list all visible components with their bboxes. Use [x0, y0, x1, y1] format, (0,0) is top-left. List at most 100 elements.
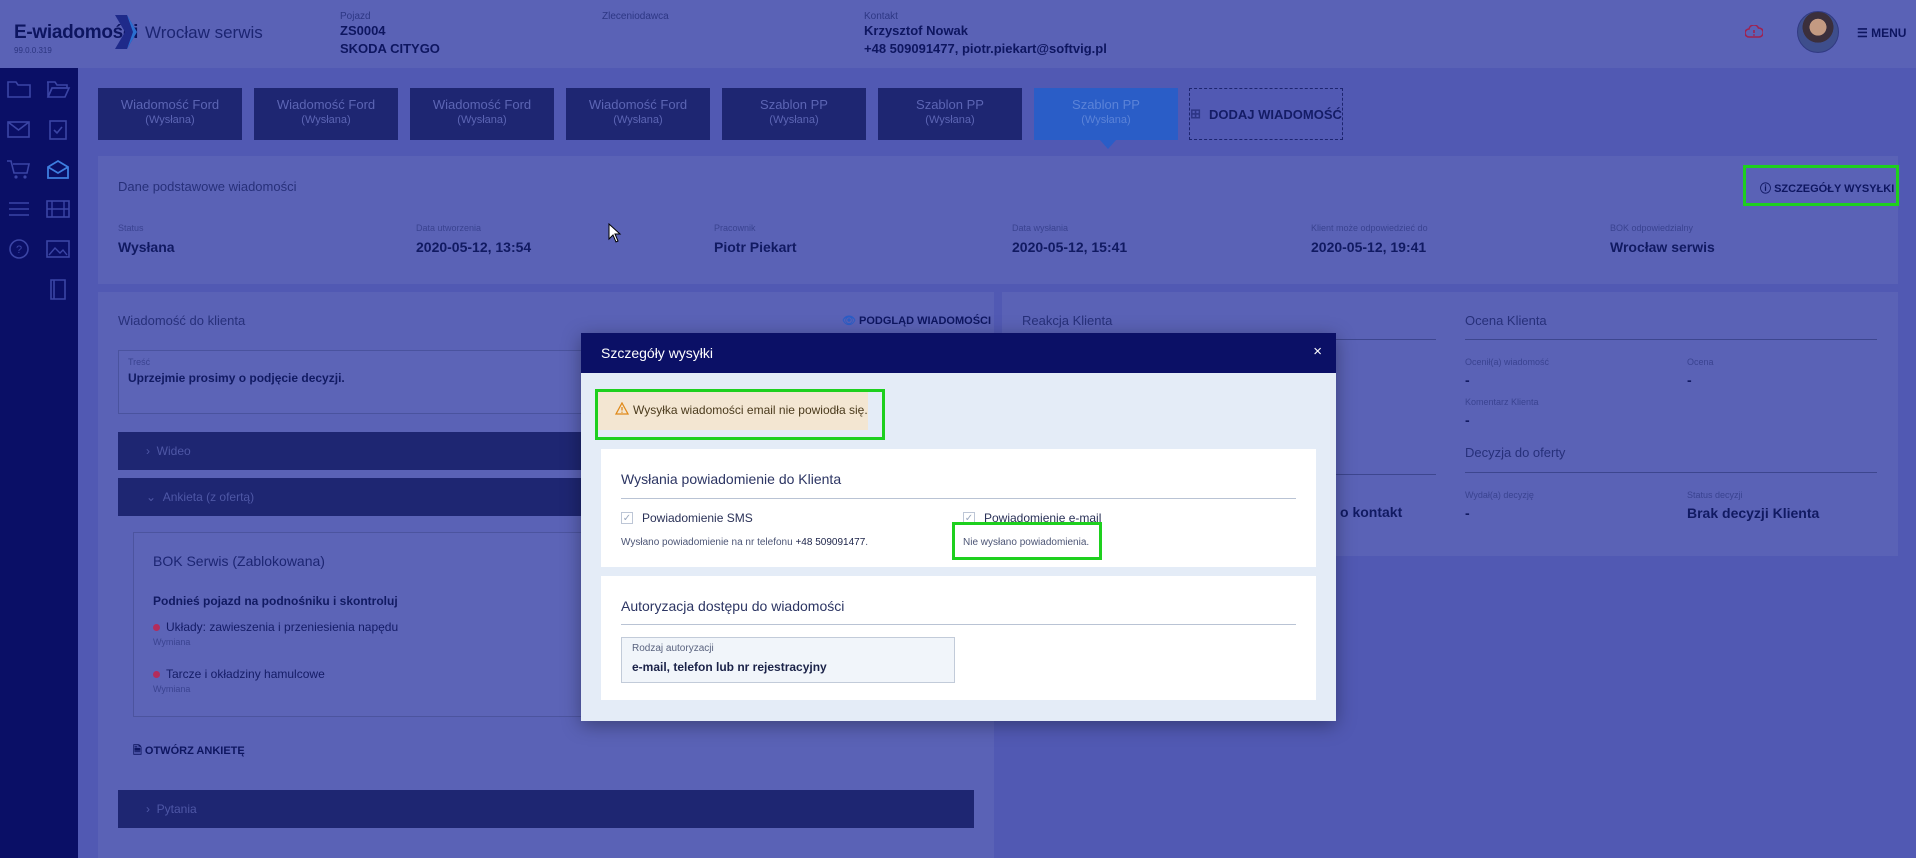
divider — [1465, 339, 1877, 340]
questions-section-bar[interactable]: › Pytania — [118, 790, 974, 828]
tab-title: Szablon PP — [1072, 97, 1140, 112]
modal-header: Szczegóły wysyłki × — [581, 333, 1336, 373]
vehicle-id: ZS0004 — [340, 23, 386, 38]
top-header: E-wiadomości 99.0.0.319 Wrocław serwis P… — [0, 0, 1916, 68]
image-icon[interactable] — [45, 238, 71, 260]
questions-label: Pytania — [156, 802, 197, 816]
list-icon[interactable] — [6, 198, 32, 220]
client-info: Zleceniodawca — [602, 11, 669, 22]
basic-info-panel — [98, 156, 1898, 284]
status-dot — [153, 671, 160, 678]
survey-box-title: BOK Serwis (Zablokowana) — [153, 553, 325, 569]
score-label: Ocena — [1687, 357, 1714, 367]
divider — [1465, 472, 1877, 473]
book-icon[interactable] — [45, 278, 71, 300]
decision-status-value: Brak decyzji Klienta — [1687, 505, 1820, 521]
tab-title: Szablon PP — [916, 97, 984, 112]
svg-text:?: ? — [16, 244, 22, 256]
status-value: Wysłana — [118, 239, 175, 255]
comment-label: Komentarz Klienta — [1465, 397, 1539, 407]
tab-message-6[interactable]: Szablon PP (Wysłana) — [878, 88, 1022, 140]
tab-message-2[interactable]: Wiadomość Ford (Wysłana) — [254, 88, 398, 140]
avatar[interactable] — [1797, 11, 1839, 53]
contact-name: Krzysztof Nowak — [864, 23, 969, 38]
sms-phone: +48 509091477 — [795, 537, 866, 548]
tab-title: Wiadomość Ford — [120, 97, 220, 112]
contact-details: +48 509091477, piotr.piekart@softvig.pl — [864, 41, 1107, 56]
message-panel-title: Wiadomość do klienta — [118, 313, 246, 328]
survey-item-status: Wymiana — [153, 684, 191, 694]
authorization-type-field[interactable]: Rodzaj autoryzacji e-mail, telefon lub n… — [621, 637, 955, 683]
video-label: Wideo — [156, 444, 191, 458]
site-name: Wrocław serwis — [145, 23, 263, 42]
contact-label: Kontakt — [864, 11, 898, 22]
brand-chevron-icon — [115, 15, 137, 49]
preview-message-link[interactable]: 👁 PODGLĄD WIADOMOŚCI — [842, 314, 991, 327]
mouse-cursor-icon — [608, 223, 622, 243]
sms-info-text: Wysłano powiadomienie na nr telefonu — [621, 537, 793, 548]
hamburger-icon: ☰ — [1857, 26, 1872, 40]
inbox-active-icon[interactable] — [45, 158, 71, 180]
rating-title: Ocena Klienta — [1465, 313, 1547, 328]
folder-icon[interactable] — [6, 78, 32, 100]
reply-until-value: 2020-05-12, 19:41 — [1311, 239, 1427, 255]
folder-open-icon[interactable] — [45, 78, 71, 100]
tab-status: (Wysłana) — [769, 114, 819, 126]
content-value: Uprzejmie prosimy o podjęcie decyzji. — [128, 371, 345, 385]
plus-square-icon: ⊞ — [1190, 106, 1201, 121]
open-survey-label: OTWÓRZ ANKIETĘ — [144, 745, 245, 757]
sent-value: 2020-05-12, 15:41 — [1012, 239, 1128, 255]
reply-until-label: Klient może odpowiedzieć do — [1311, 223, 1428, 233]
eye-icon: 👁 — [842, 315, 860, 327]
open-survey-link[interactable]: 🗎 OTWÓRZ ANKIETĘ — [133, 742, 245, 761]
highlight-box-email-info — [952, 522, 1102, 560]
status-dot — [153, 624, 160, 631]
bok-label: BOK odpowiedzialny — [1610, 223, 1694, 233]
shipping-details-modal: Szczegóły wysyłki × Wysyłka wiadomości e… — [581, 333, 1336, 721]
message-content-field[interactable]: Treść Uprzejmie prosimy o podjęcie decyz… — [118, 350, 598, 414]
created-label: Data utworzenia — [416, 223, 482, 233]
clipboard-check-icon[interactable] — [45, 118, 71, 140]
survey-heading: Podnieś pojazd na podnośniku i skontrolu… — [153, 594, 398, 608]
tab-message-3[interactable]: Wiadomość Ford (Wysłana) — [410, 88, 554, 140]
client-label: Zleceniodawca — [602, 11, 669, 22]
decided-value: - — [1465, 505, 1470, 521]
sms-notification-checkbox[interactable]: ✓ Powiadomienie SMS — [621, 511, 753, 525]
tab-message-5[interactable]: Szablon PP (Wysłana) — [722, 88, 866, 140]
chevron-right-icon: › — [146, 444, 157, 458]
preview-message-label: PODGLĄD WIADOMOŚCI — [859, 315, 992, 327]
check-icon: ✓ — [621, 512, 633, 524]
cart-icon[interactable] — [6, 158, 32, 180]
survey-item-name: Tarcze i okładziny hamulcowe — [166, 667, 325, 681]
tab-status: (Wysłana) — [301, 114, 351, 126]
authorization-card: Autoryzacja dostępu do wiadomości Rodzaj… — [601, 576, 1316, 700]
add-message-button[interactable]: ⊞ DODAJ WIADOMOŚĆ — [1189, 88, 1343, 140]
bok-value: Wrocław serwis — [1610, 239, 1715, 255]
comment-value: - — [1465, 412, 1470, 428]
menu-button[interactable]: ☰ MENU — [1857, 26, 1906, 40]
authorization-card-title: Autoryzacja dostępu do wiadomości — [621, 598, 845, 614]
tab-title: Wiadomość Ford — [432, 97, 532, 112]
survey-label: Ankieta (z ofertą) — [162, 490, 255, 504]
sidebar: ? — [0, 68, 78, 858]
basic-info-title: Dane podstawowe wiadomości — [118, 179, 297, 194]
tab-message-7-active[interactable]: Szablon PP (Wysłana) — [1034, 88, 1178, 149]
chevron-down-icon: ⌄ — [146, 490, 163, 504]
close-icon[interactable]: × — [1313, 343, 1322, 360]
vehicle-label: Pojazd — [340, 11, 371, 22]
help-icon[interactable]: ? — [6, 238, 32, 260]
survey-item-name: Układy: zawieszenia i przeniesienia napę… — [166, 620, 399, 634]
envelope-icon[interactable] — [6, 118, 32, 140]
authorization-type-value: e-mail, telefon lub nr rejestracyjny — [632, 660, 827, 674]
highlight-box-shipping-details — [1743, 165, 1899, 206]
cloud-error-icon[interactable] — [1745, 25, 1763, 39]
tab-message-4[interactable]: Wiadomość Ford (Wysłana) — [566, 88, 710, 140]
tab-message-1[interactable]: Wiadomość Ford (Wysłana) — [98, 88, 242, 140]
authorization-type-label: Rodzaj autoryzacji — [632, 643, 714, 654]
notification-card-title: Wysłania powiadomienie do Klienta — [621, 471, 842, 487]
survey-item: Tarcze i okładziny hamulcowe — [153, 667, 325, 681]
sms-info: Wysłano powiadomienie na nr telefonu +48… — [621, 537, 869, 548]
tab-status: (Wysłana) — [145, 114, 195, 126]
highlight-box-warning — [595, 389, 885, 440]
film-icon[interactable] — [45, 198, 71, 220]
